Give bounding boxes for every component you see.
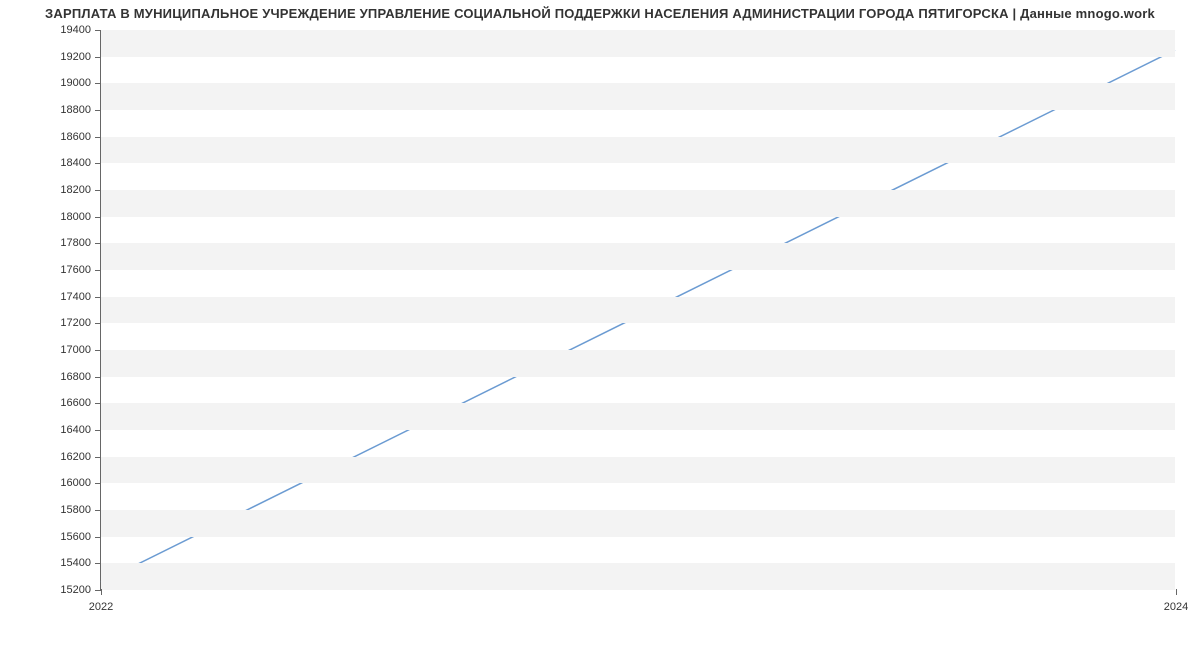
grid-band (101, 30, 1175, 57)
grid-band (101, 510, 1175, 537)
chart-title: ЗАРПЛАТА В МУНИЦИПАЛЬНОЕ УЧРЕЖДЕНИЕ УПРА… (0, 6, 1200, 21)
grid-band (101, 350, 1175, 377)
y-tick-label: 15600 (60, 531, 91, 543)
y-tick-label: 18600 (60, 131, 91, 143)
x-tick (1176, 589, 1177, 595)
chart-container: ЗАРПЛАТА В МУНИЦИПАЛЬНОЕ УЧРЕЖДЕНИЕ УПРА… (0, 0, 1200, 650)
y-tick-label: 17400 (60, 291, 91, 303)
grid-band (101, 563, 1175, 590)
y-tick (95, 510, 101, 511)
y-tick-label: 17000 (60, 344, 91, 356)
y-tick-label: 16600 (60, 397, 91, 409)
y-tick-label: 15400 (60, 557, 91, 569)
grid-band (101, 190, 1175, 217)
y-tick (95, 563, 101, 564)
y-tick-label: 17200 (60, 317, 91, 329)
grid-band (101, 83, 1175, 110)
y-tick (95, 537, 101, 538)
y-tick (95, 30, 101, 31)
y-tick (95, 137, 101, 138)
y-tick-label: 16000 (60, 477, 91, 489)
y-tick-label: 18000 (60, 211, 91, 223)
grid-band (101, 137, 1175, 164)
y-tick (95, 163, 101, 164)
x-tick (101, 589, 102, 595)
y-tick (95, 403, 101, 404)
y-tick (95, 243, 101, 244)
y-tick-label: 18400 (60, 157, 91, 169)
x-tick-label: 2024 (1164, 601, 1188, 613)
y-tick (95, 297, 101, 298)
y-tick-label: 15800 (60, 504, 91, 516)
y-tick-label: 18800 (60, 104, 91, 116)
y-tick (95, 457, 101, 458)
y-tick (95, 430, 101, 431)
y-tick-label: 16800 (60, 371, 91, 383)
y-tick-label: 19000 (60, 77, 91, 89)
y-tick (95, 323, 101, 324)
y-tick (95, 377, 101, 378)
y-tick (95, 190, 101, 191)
y-tick-label: 15200 (60, 584, 91, 596)
y-tick (95, 57, 101, 58)
y-tick (95, 270, 101, 271)
y-tick-label: 16200 (60, 451, 91, 463)
x-tick-label: 2022 (89, 601, 113, 613)
grid-band (101, 457, 1175, 484)
grid-band (101, 243, 1175, 270)
grid-band (101, 297, 1175, 324)
y-tick (95, 350, 101, 351)
grid-band (101, 403, 1175, 430)
y-tick-label: 17800 (60, 237, 91, 249)
y-tick (95, 217, 101, 218)
y-tick-label: 19200 (60, 51, 91, 63)
y-tick (95, 83, 101, 84)
y-tick-label: 17600 (60, 264, 91, 276)
y-tick-label: 18200 (60, 184, 91, 196)
plot-area: 1520015400156001580016000162001640016600… (100, 30, 1175, 590)
y-tick (95, 483, 101, 484)
y-tick (95, 110, 101, 111)
y-tick-label: 16400 (60, 424, 91, 436)
y-tick-label: 19400 (60, 24, 91, 36)
